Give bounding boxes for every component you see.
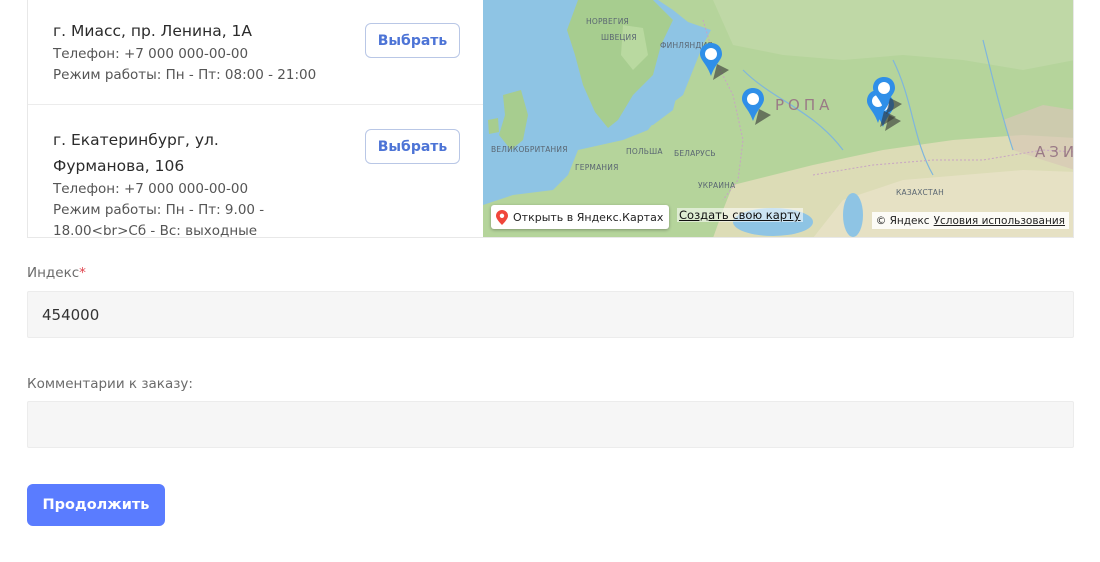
pickup-address: г. Миасс, пр. Ленина, 1А (53, 22, 253, 40)
pickup-hours: Режим работы: Пн - Пт: 9.00 - 18.00<br>С… (53, 202, 265, 237)
comment-label: Комментарии к заказу: (27, 376, 193, 392)
select-pickup-button[interactable]: Выбрать (365, 23, 460, 58)
map-pin-icon[interactable] (741, 87, 773, 127)
map-label-asia: АЗИ (1035, 143, 1074, 161)
pickup-address: г. Екатеринбург, ул. Фурманова, 106 (53, 131, 219, 175)
pickup-phone: Телефон: +7 000 000-00-00 (53, 46, 249, 62)
open-in-yandex-maps-link[interactable]: Открыть в Яндекс.Картах (491, 205, 670, 229)
map-label-kazakhstan: КАЗАХСТАН (896, 188, 944, 197)
index-input[interactable] (27, 291, 1074, 338)
pickup-phone: Телефон: +7 000 000-00-00 (53, 181, 249, 197)
select-pickup-button[interactable]: Выбрать (365, 129, 460, 164)
required-mark: * (79, 265, 86, 281)
continue-button[interactable]: Продолжить (27, 484, 165, 526)
list-item: г. Миасс, пр. Ленина, 1А Телефон: +7 000… (28, 0, 483, 105)
open-in-yandex-maps-label: Открыть в Яндекс.Картах (513, 210, 664, 224)
map-pin-icon[interactable] (699, 42, 731, 82)
comment-input[interactable] (27, 401, 1074, 448)
map-label-norway: НОРВЕГИЯ (586, 17, 629, 26)
pickup-hours: Режим работы: Пн - Пт: 08:00 - 21:00 (53, 67, 317, 83)
yandex-map[interactable]: НОРВЕГИЯ ШВЕЦИЯ ФИНЛЯНДИЯ РОПА АЗИ ВЕЛИК… (483, 0, 1074, 237)
map-label-uk: ВЕЛИКОБРИТАНИЯ (491, 145, 568, 154)
terms-of-use-link[interactable]: Условия использования (934, 215, 1065, 227)
pickup-list[interactable]: г. Миасс, пр. Ленина, 1А Телефон: +7 000… (28, 0, 483, 237)
map-label-ukraine: УКРАИНА (698, 181, 736, 190)
map-pin-icon[interactable] (872, 76, 904, 116)
index-label: Индекс* (27, 265, 86, 281)
map-label-germany: ГЕРМАНИЯ (575, 163, 619, 172)
map-label-sweden: ШВЕЦИЯ (601, 33, 637, 42)
location-pin-icon (496, 209, 508, 225)
copyright-text: © Яндекс (875, 214, 930, 227)
map-terrain (483, 0, 1073, 237)
map-label-europe: РОПА (775, 96, 834, 114)
index-label-text: Индекс (27, 265, 80, 281)
create-map-link[interactable]: Создать свою карту (677, 208, 803, 222)
pickup-panel: г. Миасс, пр. Ленина, 1А Телефон: +7 000… (27, 0, 1074, 238)
map-label-belarus: БЕЛАРУСЬ (674, 149, 716, 158)
list-item: г. Екатеринбург, ул. Фурманова, 106 Теле… (28, 105, 483, 237)
map-label-poland: ПОЛЬША (626, 147, 663, 156)
map-copyright: © Яндекс Условия использования (871, 212, 1069, 229)
